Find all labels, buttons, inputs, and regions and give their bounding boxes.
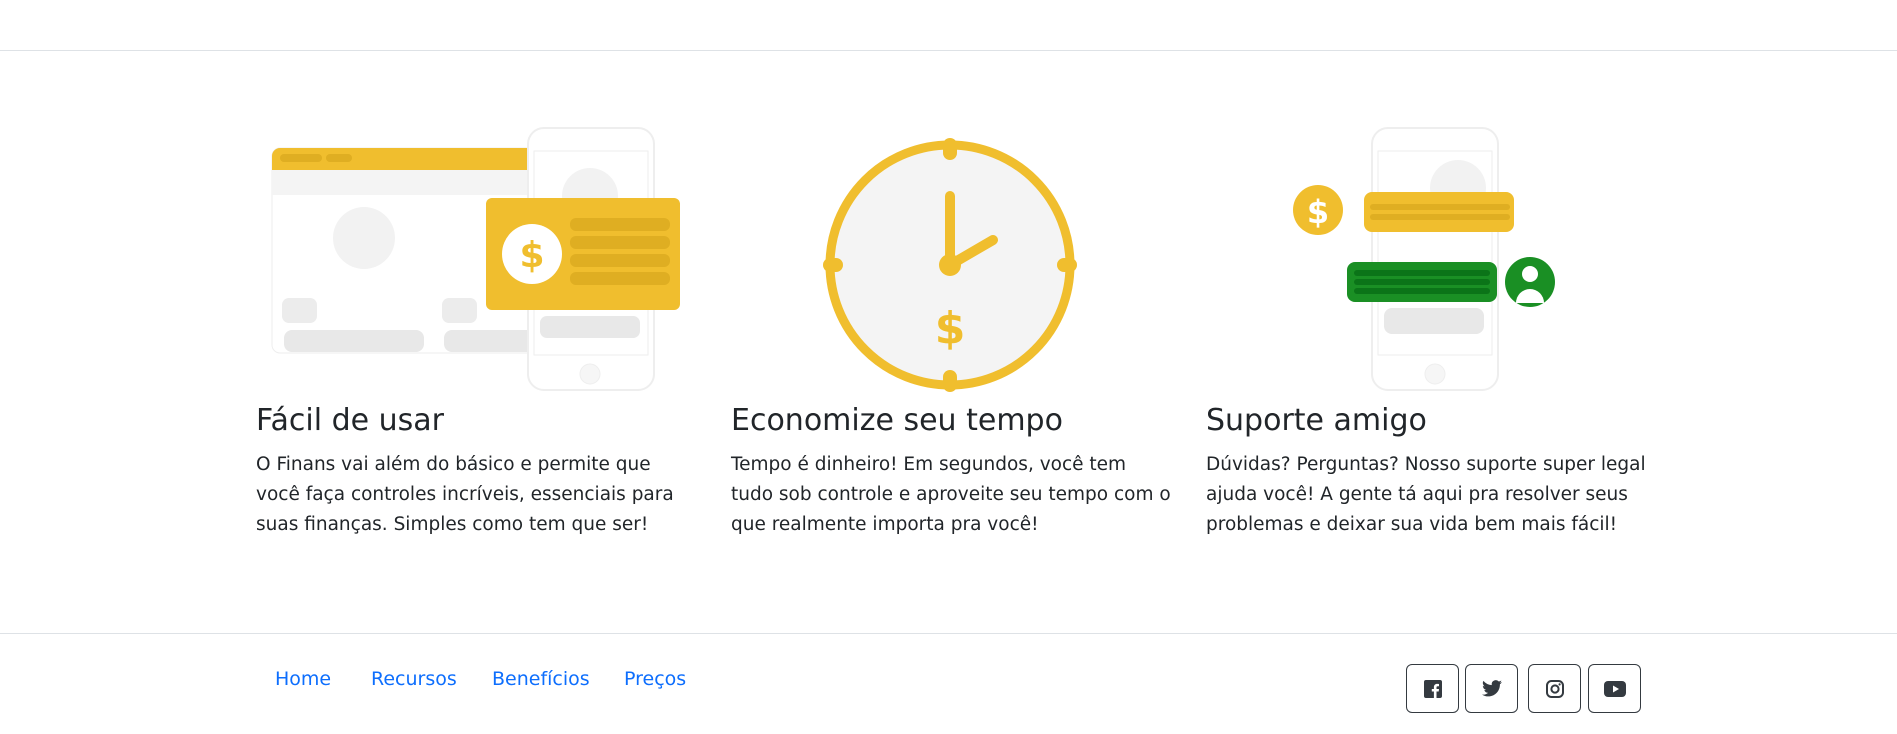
facebook-button[interactable] xyxy=(1406,664,1459,713)
support-chat-illustration: $ xyxy=(1293,127,1555,391)
svg-text:$: $ xyxy=(1307,193,1329,231)
feature-title: Fácil de usar xyxy=(256,403,444,438)
feature-description: Tempo é dinheiro! Em segundos, você tem … xyxy=(731,454,1171,535)
youtube-icon xyxy=(1603,680,1626,697)
dashboard-illustration: $ xyxy=(271,127,680,391)
facebook-icon xyxy=(1423,679,1442,698)
footer-link-precos[interactable]: Preços xyxy=(624,668,686,690)
footer-link-home[interactable]: Home xyxy=(275,668,331,690)
instagram-icon xyxy=(1545,679,1564,698)
twitter-button[interactable] xyxy=(1465,664,1518,713)
youtube-button[interactable] xyxy=(1588,664,1641,713)
instagram-button[interactable] xyxy=(1528,664,1581,713)
feature-title: Suporte amigo xyxy=(1206,403,1427,438)
footer-link-recursos[interactable]: Recursos xyxy=(371,668,457,690)
top-navbar xyxy=(0,0,1897,51)
clock-dollar-icon: $ xyxy=(823,138,1077,392)
feature-title: Economize seu tempo xyxy=(731,403,1063,438)
footer: Home Recursos Benefícios Preços xyxy=(0,633,1897,734)
footer-link-beneficios[interactable]: Benefícios xyxy=(492,668,590,690)
svg-text:$: $ xyxy=(519,235,544,276)
feature-description: O Finans vai além do básico e permite qu… xyxy=(256,454,674,535)
svg-text:$: $ xyxy=(935,303,966,354)
feature-description: Dúvidas? Perguntas? Nosso suporte super … xyxy=(1206,454,1646,535)
twitter-icon xyxy=(1481,680,1502,697)
